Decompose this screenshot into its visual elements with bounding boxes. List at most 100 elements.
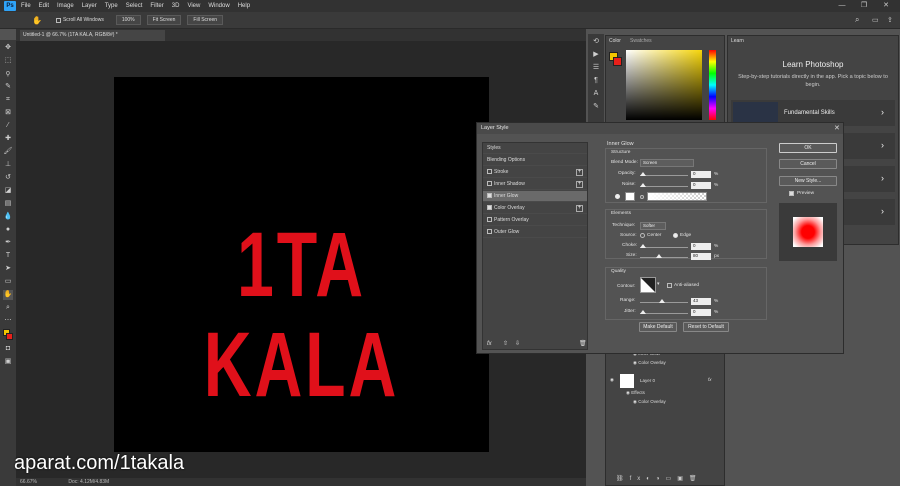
jitter-slider[interactable] xyxy=(640,313,688,314)
range-slider-thumb[interactable] xyxy=(659,299,665,303)
quick-select-tool-icon[interactable]: ✎ xyxy=(3,82,13,92)
style-item-inner-glow[interactable]: Inner Glow xyxy=(483,191,587,202)
layers-footer-icons[interactable]: ⛓fx◐◑▭▣🗑 xyxy=(616,475,703,482)
maximize-button[interactable]: ❐ xyxy=(852,0,876,12)
paragraph-panel-icon[interactable]: ¶ xyxy=(591,76,601,86)
tab-color[interactable]: Color xyxy=(609,38,621,44)
hand-tool-icon[interactable]: ✋ xyxy=(3,290,13,300)
eye-icon[interactable]: ◉ xyxy=(626,390,630,395)
eye-icon[interactable]: ◉ xyxy=(633,360,637,365)
pattern-overlay-checkbox[interactable] xyxy=(487,217,492,223)
styles-header[interactable]: Styles xyxy=(483,143,587,154)
preview-checkbox[interactable] xyxy=(789,191,794,196)
menu-view[interactable]: View xyxy=(187,3,200,9)
tab-learn[interactable]: Learn xyxy=(731,38,744,44)
ok-button[interactable]: OK xyxy=(779,143,837,153)
scroll-all-windows-option[interactable]: Scroll All Windows xyxy=(55,17,104,23)
close-icon[interactable]: ✕ xyxy=(834,124,840,132)
share-icon[interactable]: ⇪ xyxy=(887,16,893,24)
menu-filter[interactable]: Filter xyxy=(150,3,163,9)
menu-type[interactable]: Type xyxy=(105,3,118,9)
style-item-pattern-overlay[interactable]: Pattern Overlay xyxy=(483,215,587,226)
quick-mask-icon[interactable]: ◘ xyxy=(3,344,13,354)
gradient-tool-icon[interactable]: ▤ xyxy=(3,199,13,209)
cancel-button[interactable]: Cancel xyxy=(779,159,837,169)
add-inner-shadow-icon[interactable]: + xyxy=(576,181,583,188)
blur-tool-icon[interactable]: 💧 xyxy=(3,212,13,222)
zoom-tool-icon[interactable]: ⌕ xyxy=(3,303,13,313)
layer-row-layer-0[interactable]: ◉ Layer 0 fx xyxy=(608,374,722,388)
noise-field[interactable]: 0 xyxy=(691,182,711,189)
solid-color-radio[interactable] xyxy=(615,194,620,199)
style-item-outer-glow[interactable]: Outer Glow xyxy=(483,227,587,238)
menu-select[interactable]: Select xyxy=(126,3,143,9)
menu-help[interactable]: Help xyxy=(238,3,250,9)
jitter-slider-thumb[interactable] xyxy=(640,310,646,314)
technique-select[interactable]: Softer xyxy=(640,222,666,230)
history-brush-icon[interactable]: ↺ xyxy=(3,173,13,183)
workspace-icon[interactable]: ▭ xyxy=(872,16,879,24)
opacity-slider-thumb[interactable] xyxy=(640,172,646,176)
frame-tool-icon[interactable]: ⊠ xyxy=(3,108,13,118)
close-window-button[interactable]: ✕ xyxy=(874,0,898,12)
marquee-tool-icon[interactable]: ⬚ xyxy=(3,56,13,66)
source-center-radio[interactable] xyxy=(640,233,645,238)
blending-options-item[interactable]: Blending Options xyxy=(483,155,587,166)
gradient-radio[interactable] xyxy=(640,195,644,199)
search-icon[interactable]: ⌕ xyxy=(855,15,859,25)
size-slider-thumb[interactable] xyxy=(656,254,662,258)
shape-tool-icon[interactable]: ▭ xyxy=(3,277,13,287)
dodge-tool-icon[interactable]: ● xyxy=(3,225,13,235)
menu-layer[interactable]: Layer xyxy=(82,3,97,9)
opacity-field[interactable]: 0 xyxy=(691,171,711,178)
reset-to-default-button[interactable]: Reset to Default xyxy=(683,322,729,332)
menu-edit[interactable]: Edit xyxy=(39,3,49,9)
healing-tool-icon[interactable]: ✚ xyxy=(3,134,13,144)
source-edge-radio[interactable] xyxy=(673,233,678,238)
menu-image[interactable]: Image xyxy=(57,3,74,9)
layer-effect-row[interactable]: ◉ Color Overlay xyxy=(633,360,666,366)
chevron-down-icon[interactable]: ▾ xyxy=(657,281,660,287)
crop-tool-icon[interactable]: ⌗ xyxy=(3,95,13,105)
history-panel-icon[interactable]: ⟲ xyxy=(591,37,601,47)
size-field[interactable]: 80 xyxy=(691,253,711,260)
move-up-icon[interactable]: ⇧ xyxy=(503,340,508,347)
inner-shadow-checkbox[interactable] xyxy=(487,181,492,187)
make-default-button[interactable]: Make Default xyxy=(639,322,677,332)
gradient-swatch[interactable] xyxy=(647,192,707,201)
background-color-swatch[interactable] xyxy=(613,57,622,66)
choke-field[interactable]: 0 xyxy=(691,243,711,250)
menu-window[interactable]: Window xyxy=(208,3,229,9)
screen-mode-icon[interactable]: ▣ xyxy=(3,357,13,367)
add-color-overlay-icon[interactable]: + xyxy=(576,205,583,212)
path-select-tool-icon[interactable]: ➤ xyxy=(3,264,13,274)
style-item-inner-shadow[interactable]: Inner Shadow + xyxy=(483,179,587,190)
add-stroke-icon[interactable]: + xyxy=(576,169,583,176)
delete-effect-icon[interactable]: 🗑 xyxy=(579,340,587,347)
minimize-button[interactable]: — xyxy=(830,0,854,12)
opacity-slider[interactable] xyxy=(640,175,688,176)
tab-swatches[interactable]: Swatches xyxy=(630,38,652,44)
range-field[interactable]: 43 xyxy=(691,298,711,305)
lasso-tool-icon[interactable]: ϙ xyxy=(3,69,13,79)
menu-file[interactable]: File xyxy=(21,3,31,9)
actions-panel-icon[interactable]: ▶ xyxy=(591,50,601,60)
layer-effect-row[interactable]: ◉ Color Overlay xyxy=(633,399,666,405)
fit-screen-button[interactable]: Fit Screen xyxy=(146,15,182,25)
brush-panel-icon[interactable]: ✎ xyxy=(591,102,601,112)
eye-icon[interactable]: ◉ xyxy=(633,399,637,404)
new-style-button[interactable]: New Style... xyxy=(779,176,837,186)
size-slider[interactable] xyxy=(640,257,688,258)
character-panel-icon[interactable]: A xyxy=(591,89,601,99)
color-swatch-icon[interactable] xyxy=(3,329,13,341)
eraser-tool-icon[interactable]: ◪ xyxy=(3,186,13,196)
brush-tool-icon[interactable]: 🖌 xyxy=(3,147,13,157)
pen-tool-icon[interactable]: ✒ xyxy=(3,238,13,248)
stamp-tool-icon[interactable]: ⊥ xyxy=(3,160,13,170)
fx-icon[interactable]: fx xyxy=(708,377,712,382)
fx-menu-icon[interactable]: fx xyxy=(487,341,492,347)
stroke-checkbox[interactable] xyxy=(487,169,492,175)
anti-aliased-checkbox[interactable] xyxy=(667,283,672,288)
move-tool-icon[interactable]: ✥ xyxy=(3,43,13,53)
color-field[interactable] xyxy=(626,50,702,120)
